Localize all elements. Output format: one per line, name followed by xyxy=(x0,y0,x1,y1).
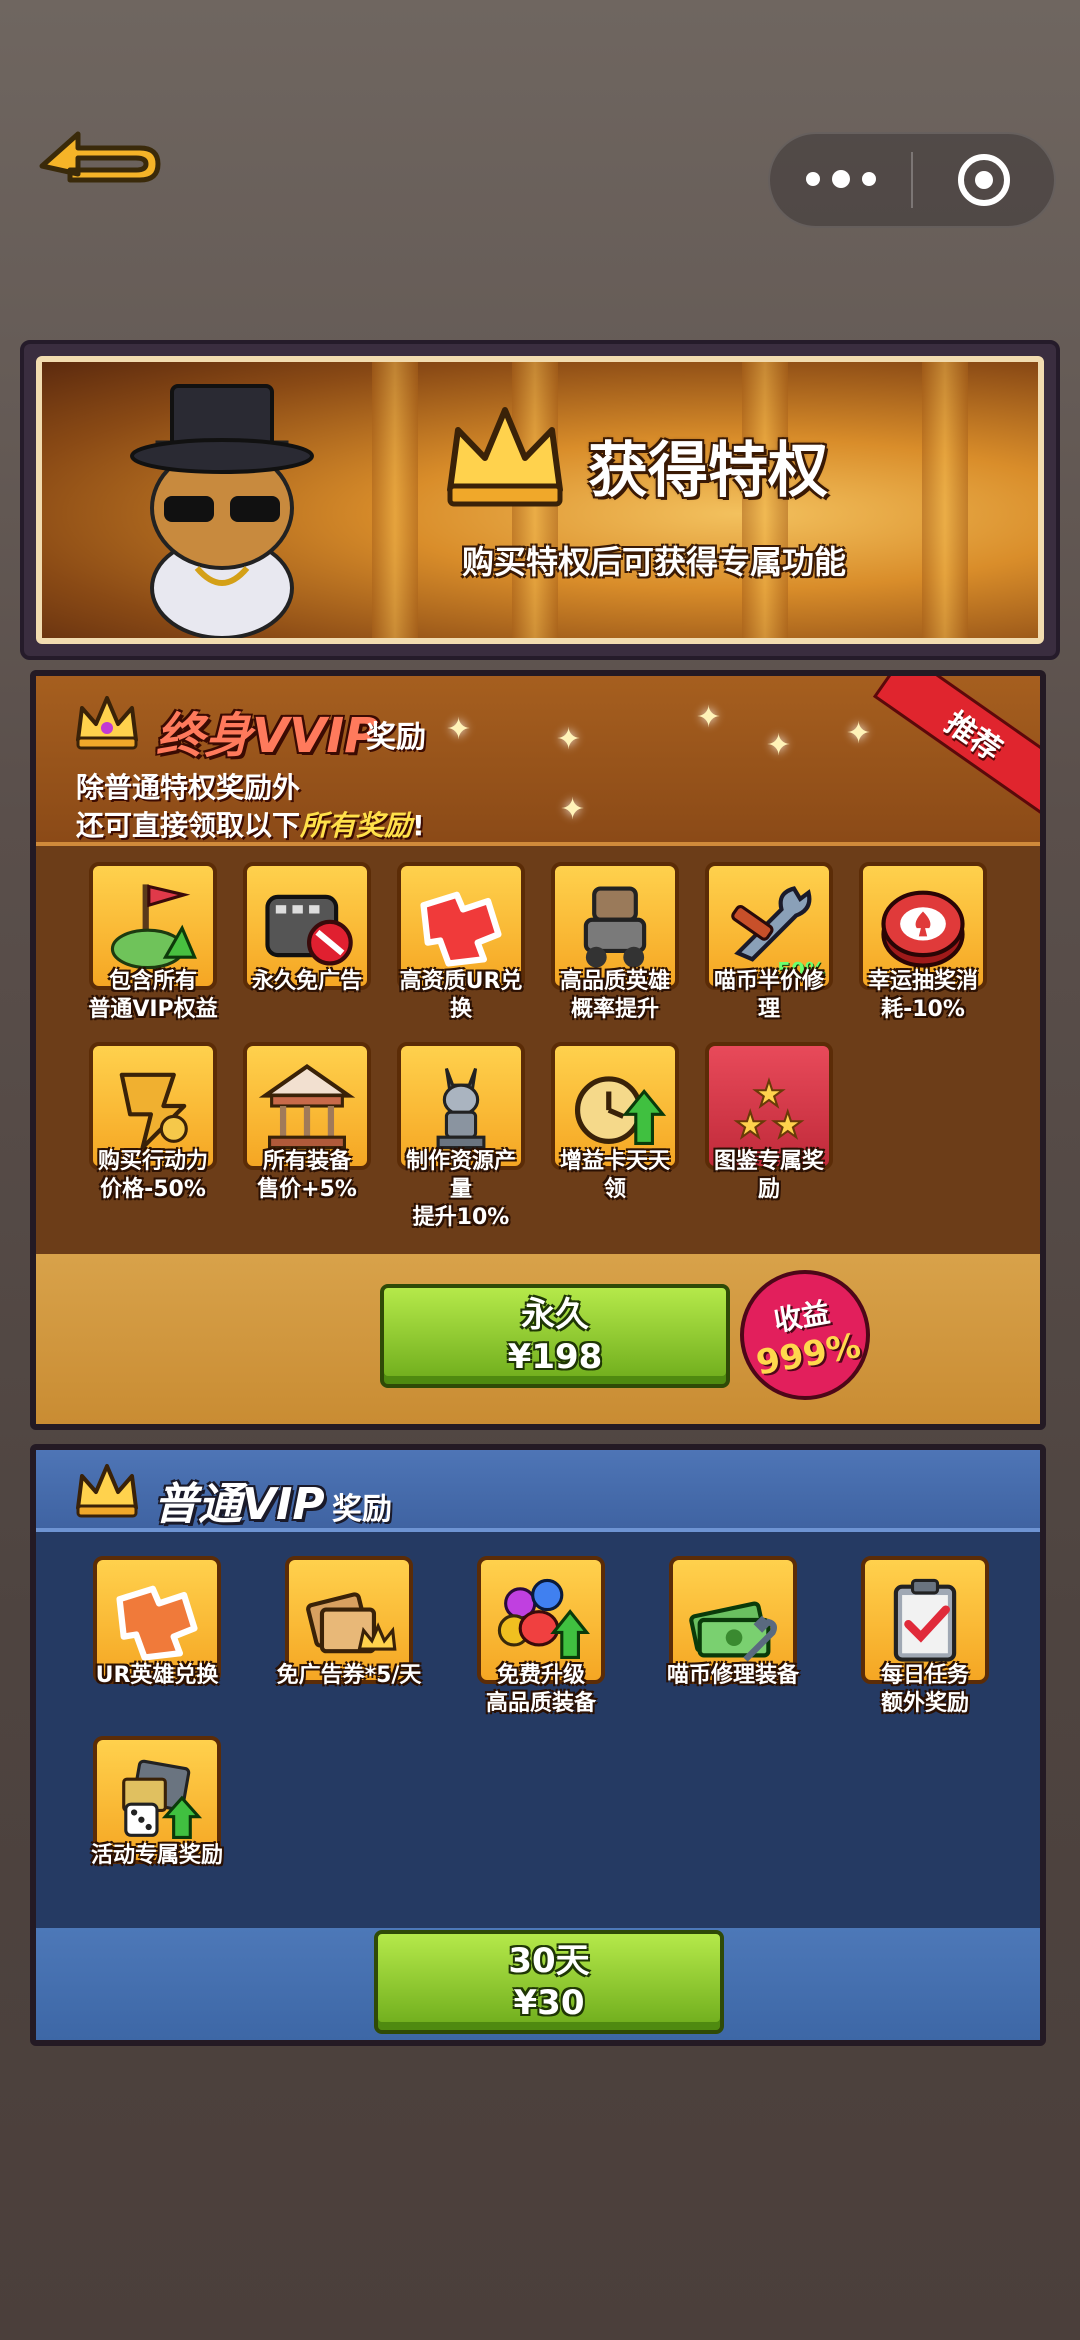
no-ads-film-icon xyxy=(265,894,353,966)
target-icon xyxy=(957,154,1010,206)
benefit-all-vip[interactable]: 包含所有 普通VIP权益 xyxy=(78,862,228,1024)
vip-purchase-area: 30天 ¥30 xyxy=(36,1928,1040,2040)
vip-benefit-coin-repair[interactable]: 喵币修理装备 xyxy=(658,1556,808,1690)
sparkle-icon: ✦ xyxy=(696,700,722,735)
buy-vip-button[interactable]: 30天 ¥30 xyxy=(374,1930,724,2034)
sparkle-icon: ✦ xyxy=(556,722,582,757)
benefit-label: 高品质英雄 概率提升 xyxy=(559,969,670,1022)
ur-puzzle-icon xyxy=(116,1585,198,1661)
benefit-label: 增益卡天天 领 xyxy=(559,1149,670,1202)
recommend-ribbon: 推荐 xyxy=(872,676,1040,818)
back-button[interactable] xyxy=(30,104,180,194)
benefit-codex-reward[interactable]: ★ ★ ★ 图鉴专属奖 励 xyxy=(694,1042,844,1204)
benefit-label: 所有装备 售价+5% xyxy=(257,1149,357,1202)
buy-vvip-button[interactable]: 永久 ¥198 xyxy=(380,1284,730,1388)
vvip-desc-line2: 还可直接领取以下所有奖励! xyxy=(76,809,425,842)
benefit-label: 每日任务 额外奖励 xyxy=(880,1663,969,1716)
benefit-label: 图鉴专属奖 励 xyxy=(713,1149,824,1202)
svg-text:★: ★ xyxy=(734,1105,766,1146)
clock-arrow-icon xyxy=(574,1076,667,1145)
vvip-title-suffix: 奖励 xyxy=(366,720,426,755)
benefit-label: 包含所有 普通VIP权益 xyxy=(88,969,218,1022)
ur-puzzle-icon xyxy=(420,891,502,967)
sparkle-icon: ✦ xyxy=(560,792,586,827)
benefit-label: UR英雄兑换 xyxy=(95,1663,219,1688)
vvip-purchase-area: 永久 ¥198 收益 999% xyxy=(36,1254,1040,1424)
robot-hero-icon xyxy=(583,886,647,968)
benefit-label: 活动专属奖励 xyxy=(90,1843,223,1868)
banner-subtitle: 购买特权后可获得专属功能 xyxy=(462,543,847,581)
benefit-label: 免费升级 高品质装备 xyxy=(485,1663,596,1716)
buy-vvip-duration: 永久 xyxy=(521,1295,589,1335)
benefit-sell-price[interactable]: 所有装备 售价+5% xyxy=(232,1042,382,1204)
benefit-label: 免广告券*5/天 xyxy=(276,1663,422,1688)
vip-benefit-event-reward[interactable]: 活动专属奖励 xyxy=(82,1736,232,1870)
benefit-label: 永久免广告 xyxy=(251,969,362,994)
vip-title: 普通VIP xyxy=(154,1479,325,1530)
benefit-label: 购买行动力 价格-50% xyxy=(97,1149,208,1202)
benefit-no-ads[interactable]: 永久免广告 xyxy=(232,862,382,996)
running-energy-icon xyxy=(119,1072,188,1150)
star-card-icon: ★★ ★ xyxy=(733,1073,804,1147)
benefit-half-repair[interactable]: -50% 喵币半价修 理 xyxy=(694,862,844,1024)
benefit-label: 喵币半价修 理 xyxy=(713,969,824,1022)
banner-title: 获得特权 xyxy=(588,436,828,506)
cat-mascot-icon xyxy=(130,384,314,638)
vvip-title: 终身VVIP xyxy=(156,708,380,764)
buy-vip-duration: 30天 xyxy=(508,1941,590,1981)
buy-vvip-price: ¥198 xyxy=(507,1337,603,1377)
close-miniapp-button[interactable] xyxy=(913,134,1054,226)
vvip-desc-line1: 除普通特权奖励外 xyxy=(76,771,301,804)
benefit-lucky-draw[interactable]: 幸运抽奖消 耗-10% xyxy=(848,862,998,1024)
clipboard-check-icon xyxy=(893,1578,957,1662)
sparkle-icon: ✦ xyxy=(846,716,872,751)
vvip-crown-icon xyxy=(76,696,138,750)
buy-vip-price: ¥30 xyxy=(513,1983,585,2023)
vip-crown-icon xyxy=(76,1464,138,1518)
vip-panel: 普通VIP 奖励 UR英雄兑换 免广告券*5/天 免费升级 高品质装备 喵币修理… xyxy=(30,1444,1046,2046)
benefit-hero-rate[interactable]: 高品质英雄 概率提升 xyxy=(540,862,690,1024)
benefit-daily-boost[interactable]: 增益卡天天 领 xyxy=(540,1042,690,1204)
dice-cards-icon xyxy=(122,1759,203,1839)
vvip-header: 终身VVIP 奖励 除普通特权奖励外 还可直接领取以下所有奖励! ✦ ✦ ✦ ✦… xyxy=(36,676,1040,846)
sparkle-icon: ✦ xyxy=(446,712,472,747)
carousel-icon xyxy=(258,1063,356,1150)
benefit-energy-price[interactable]: 购买行动力 价格-50% xyxy=(78,1042,228,1204)
crown-icon xyxy=(447,407,563,507)
benefit-resource-output[interactable]: 制作资源产 量 提升10% xyxy=(386,1042,536,1232)
miniapp-capsule xyxy=(768,132,1056,228)
castle-flag-icon xyxy=(110,884,197,970)
benefit-label: 幸运抽奖消 耗-10% xyxy=(867,969,978,1022)
profit-badge: 收益 999% xyxy=(729,1259,881,1411)
vip-benefit-daily-task[interactable]: 每日任务 额外奖励 xyxy=(850,1556,1000,1718)
more-dots-icon xyxy=(805,170,876,188)
more-button[interactable] xyxy=(770,134,911,226)
svg-text:★: ★ xyxy=(772,1105,804,1146)
benefit-label: 高资质UR兑 换 xyxy=(399,969,523,1022)
benefit-ur-exchange[interactable]: 高资质UR兑 换 xyxy=(386,862,536,1024)
vvip-panel: 终身VVIP 奖励 除普通特权奖励外 还可直接领取以下所有奖励! ✦ ✦ ✦ ✦… xyxy=(30,670,1046,1430)
paw-upgrade-icon xyxy=(497,1578,591,1659)
back-arrow-icon xyxy=(39,131,161,183)
benefit-label: 喵币修理装备 xyxy=(666,1663,799,1688)
vip-header: 普通VIP 奖励 xyxy=(36,1450,1040,1532)
money-wrench-icon xyxy=(689,1601,778,1662)
vip-benefit-ad-tickets[interactable]: 免广告券*5/天 xyxy=(274,1556,424,1690)
vip-benefit-free-upgrade[interactable]: 免费升级 高品质装备 xyxy=(466,1556,616,1718)
statue-icon xyxy=(436,1068,486,1150)
poker-chip-icon xyxy=(881,890,965,968)
privilege-banner: 获得特权 购买特权后可获得专属功能 xyxy=(20,340,1060,660)
sparkle-icon: ✦ xyxy=(766,728,792,763)
vip-title-suffix: 奖励 xyxy=(332,1492,392,1527)
benefit-label: 制作资源产 量 提升10% xyxy=(405,1149,516,1230)
ticket-crown-icon xyxy=(306,1592,397,1654)
profit-value: 999% xyxy=(753,1325,864,1384)
vip-benefit-ur-exchange[interactable]: UR英雄兑换 xyxy=(82,1556,232,1690)
